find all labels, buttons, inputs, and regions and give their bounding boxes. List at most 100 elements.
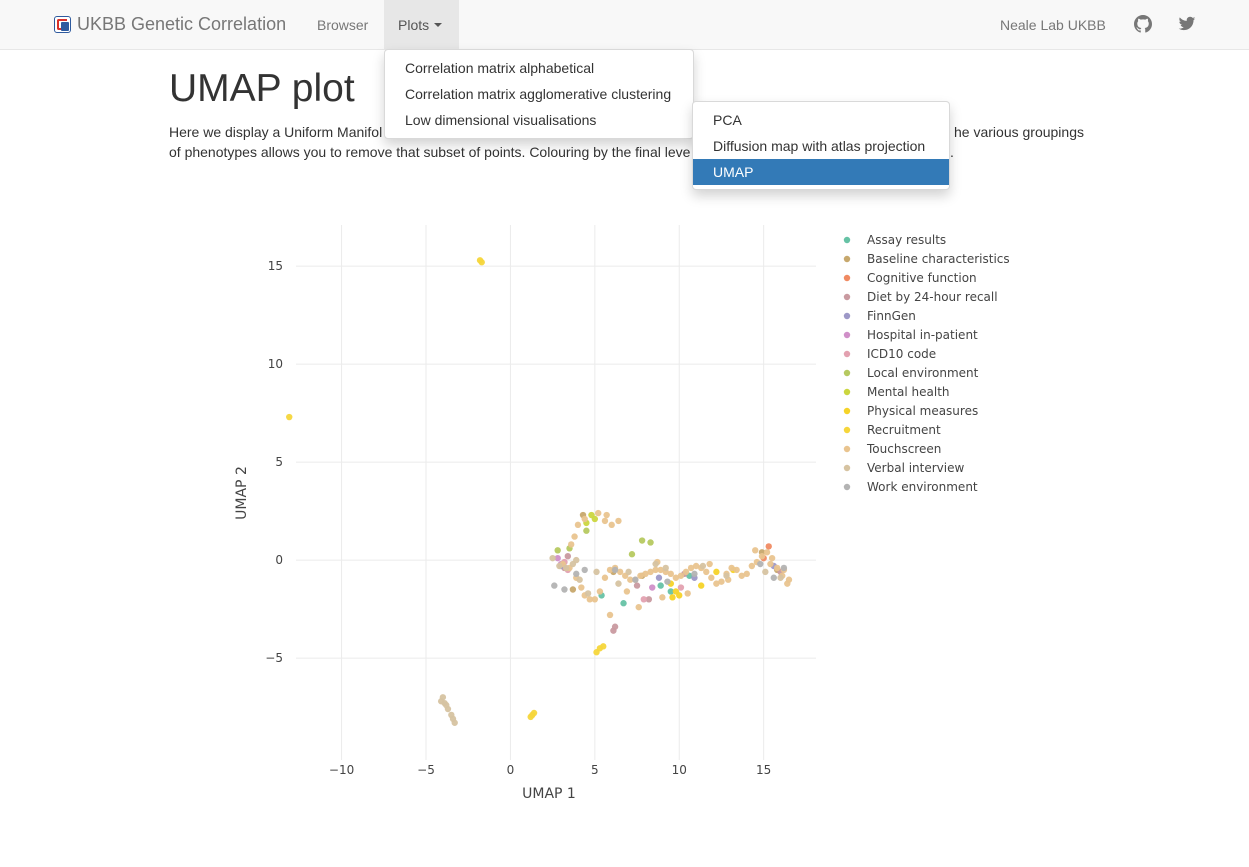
scatter-point[interactable] xyxy=(601,574,609,581)
scatter-point[interactable] xyxy=(682,568,690,576)
legend-item[interactable]: Baseline characteristics xyxy=(843,252,1010,266)
scatter-point[interactable] xyxy=(606,611,614,619)
scatter-point[interactable] xyxy=(664,578,671,585)
scatter-point[interactable] xyxy=(691,570,698,578)
scatter-point[interactable] xyxy=(703,568,710,576)
menu-item-correlation-alphabetical[interactable]: Correlation matrix alphabetical xyxy=(385,55,693,81)
scatter-point[interactable] xyxy=(608,521,615,529)
scatter-point[interactable] xyxy=(578,584,585,591)
scatter-point[interactable] xyxy=(765,543,772,550)
scatter-point[interactable] xyxy=(567,541,575,548)
scatter-point[interactable] xyxy=(437,698,445,705)
scatter-point[interactable] xyxy=(767,560,774,568)
scatter-point[interactable] xyxy=(733,566,740,574)
submenu-item-pca[interactable]: PCA xyxy=(693,107,949,133)
scatter-point[interactable] xyxy=(554,547,561,554)
scatter-point[interactable] xyxy=(633,582,641,589)
scatter-point[interactable] xyxy=(708,574,715,581)
scatter-point[interactable] xyxy=(659,594,666,601)
scatter-point[interactable] xyxy=(752,547,759,554)
scatter-point[interactable] xyxy=(763,549,771,556)
scatter-point[interactable] xyxy=(699,562,707,570)
legend-item[interactable]: Touchscreen xyxy=(843,442,942,456)
legend-item[interactable]: Diet by 24-hour recall xyxy=(843,290,998,304)
submenu-item-diffusion-map[interactable]: Diffusion map with atlas projection xyxy=(693,133,949,159)
scatter-point[interactable] xyxy=(762,568,769,576)
legend-item[interactable]: Assay results xyxy=(843,233,946,247)
scatter-point[interactable] xyxy=(615,580,622,587)
scatter-point[interactable] xyxy=(669,594,676,601)
scatter-point[interactable] xyxy=(748,562,756,570)
scatter-point[interactable] xyxy=(770,574,777,581)
scatter-point[interactable] xyxy=(655,574,663,581)
legend-item[interactable]: Physical measures xyxy=(843,404,978,418)
scatter-point[interactable] xyxy=(601,517,609,525)
scatter-point[interactable] xyxy=(574,521,582,529)
scatter-point[interactable] xyxy=(561,586,568,593)
legend-item[interactable]: Recruitment xyxy=(843,423,941,437)
legend-item[interactable]: FinnGen xyxy=(843,309,916,323)
scatter-point[interactable] xyxy=(657,582,664,589)
scatter-point[interactable] xyxy=(573,570,580,578)
scatter-point[interactable] xyxy=(603,511,610,519)
scatter-point[interactable] xyxy=(677,572,685,579)
scatter-point[interactable] xyxy=(713,568,720,576)
scatter-point[interactable] xyxy=(600,643,607,650)
series-verbal-interview[interactable] xyxy=(437,554,784,726)
scatter-point[interactable] xyxy=(593,568,600,576)
scatter-point[interactable] xyxy=(443,701,450,709)
scatter-point[interactable] xyxy=(551,582,558,589)
scatter-point[interactable] xyxy=(652,560,659,568)
menu-item-low-dimensional[interactable]: Low dimensional visualisations xyxy=(385,107,693,133)
scatter-point[interactable] xyxy=(530,709,538,717)
legend-item[interactable]: Hospital in-patient xyxy=(843,328,978,342)
submenu-item-umap[interactable]: UMAP xyxy=(693,159,949,185)
scatter-point[interactable] xyxy=(620,600,627,607)
scatter-point[interactable] xyxy=(662,564,669,572)
scatter-point[interactable] xyxy=(649,584,656,591)
scatter-point[interactable] xyxy=(595,509,602,517)
scatter-point[interactable] xyxy=(723,572,730,579)
scatter-point[interactable] xyxy=(611,566,619,574)
scatter-point[interactable] xyxy=(684,590,691,597)
menu-item-correlation-clustering[interactable]: Correlation matrix agglomerative cluster… xyxy=(385,81,693,107)
scatter-point[interactable] xyxy=(785,576,793,583)
scatter-point[interactable] xyxy=(628,551,636,558)
scatter-point[interactable] xyxy=(549,554,556,562)
legend[interactable]: Assay results Baseline characteristics Cog… xyxy=(843,233,1010,494)
scatter-point[interactable] xyxy=(573,556,580,564)
scatter-point[interactable] xyxy=(676,592,683,599)
legend-item[interactable]: Work environment xyxy=(843,480,978,494)
scatter-point[interactable] xyxy=(581,515,588,523)
scatter-point[interactable] xyxy=(584,590,592,597)
scatter-point[interactable] xyxy=(638,537,646,544)
legend-item[interactable]: Verbal interview xyxy=(843,461,965,475)
scatter-point[interactable] xyxy=(697,582,705,589)
scatter-point[interactable] xyxy=(611,623,619,630)
scatter-point[interactable] xyxy=(773,564,781,572)
series-recruitment[interactable] xyxy=(286,257,607,721)
scatter-point[interactable] xyxy=(562,564,570,572)
scatter-point[interactable] xyxy=(615,517,622,525)
scatter-point[interactable] xyxy=(569,586,577,593)
scatter-point[interactable] xyxy=(588,511,595,519)
scatter-point[interactable] xyxy=(743,570,750,578)
legend-item[interactable]: Mental health xyxy=(843,385,950,399)
scatter-point[interactable] xyxy=(583,527,590,534)
scatter-point[interactable] xyxy=(576,576,583,583)
scatter-point[interactable] xyxy=(451,719,458,726)
scatter-point[interactable] xyxy=(596,588,604,595)
scatter-point[interactable] xyxy=(647,539,654,546)
scatter-point[interactable] xyxy=(564,552,572,560)
scatter-point[interactable] xyxy=(677,584,685,591)
scatter-point[interactable] xyxy=(780,564,788,572)
legend-item[interactable]: ICD10 code xyxy=(843,347,936,361)
scatter-point[interactable] xyxy=(757,560,764,568)
scatter-point[interactable] xyxy=(625,568,632,576)
scatter-point[interactable] xyxy=(640,596,647,603)
scatter-point[interactable] xyxy=(571,533,578,540)
scatter-point[interactable] xyxy=(758,552,766,560)
legend-item[interactable]: Cognitive function xyxy=(843,271,977,285)
scatter-point[interactable] xyxy=(286,413,293,421)
scatter-point[interactable] xyxy=(591,596,599,603)
